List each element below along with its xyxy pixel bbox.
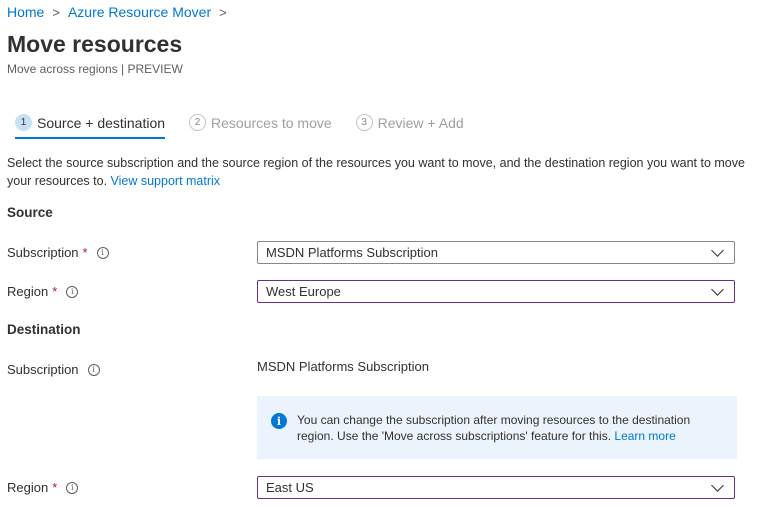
step-label: Review + Add	[377, 114, 464, 131]
required-marker: *	[52, 284, 58, 299]
destination-heading: Destination	[7, 322, 81, 337]
chevron-down-icon	[711, 243, 724, 257]
source-region-label: Region * i	[7, 284, 79, 299]
wizard-steps: 1 Source + destination 2 Resources to mo…	[15, 114, 488, 139]
required-marker: *	[82, 245, 88, 260]
learn-more-link[interactable]: Learn more	[614, 429, 675, 443]
breadcrumb: Home > Azure Resource Mover >	[7, 4, 235, 20]
dropdown-value: MSDN Platforms Subscription	[266, 245, 438, 260]
view-support-matrix-link[interactable]: View support matrix	[111, 174, 221, 188]
required-marker: *	[52, 480, 58, 495]
step-number-icon: 2	[189, 114, 207, 131]
breadcrumb-home-link[interactable]: Home	[7, 4, 44, 20]
destination-region-label: Region * i	[7, 480, 79, 495]
destination-subscription-value: MSDN Platforms Subscription	[257, 359, 429, 374]
chevron-right-icon: >	[219, 4, 227, 20]
chevron-down-icon	[711, 282, 724, 296]
info-icon[interactable]: i	[66, 481, 79, 494]
destination-region-dropdown[interactable]: East US	[257, 476, 735, 499]
info-icon[interactable]: i	[87, 363, 100, 376]
info-icon[interactable]: i	[66, 285, 79, 298]
step-resources-to-move[interactable]: 2 Resources to move	[189, 114, 332, 137]
step-number-icon: 1	[15, 114, 32, 131]
step-label: Resources to move	[211, 114, 332, 131]
field-label-text: Region	[7, 480, 49, 495]
info-message-text: You can change the subscription after mo…	[297, 412, 723, 443]
source-region-dropdown[interactable]: West Europe	[257, 280, 735, 303]
destination-subscription-label: Subscription i	[7, 362, 100, 377]
page-title: Move resources	[7, 31, 183, 57]
field-label-text: Subscription	[7, 245, 79, 260]
dropdown-value: East US	[266, 480, 314, 495]
source-subscription-dropdown[interactable]: MSDN Platforms Subscription	[257, 241, 735, 264]
breadcrumb-resource-mover-link[interactable]: Azure Resource Mover	[68, 4, 211, 20]
source-subscription-label: Subscription * i	[7, 245, 109, 260]
info-message-bar: i You can change the subscription after …	[257, 396, 737, 459]
step-label: Source + destination	[37, 114, 166, 131]
source-heading: Source	[7, 205, 53, 220]
chevron-right-icon: >	[52, 4, 60, 20]
field-label-text: Subscription	[7, 362, 79, 377]
step-source-destination[interactable]: 1 Source + destination	[15, 114, 166, 139]
chevron-down-icon	[711, 478, 724, 492]
intro-text: Select the source subscription and the s…	[7, 154, 747, 190]
step-review-add[interactable]: 3 Review + Add	[355, 114, 464, 137]
step-number-icon: 3	[355, 114, 373, 131]
field-label-text: Region	[7, 284, 49, 299]
page-subtitle: Move across regions | PREVIEW	[7, 62, 183, 76]
dropdown-value: West Europe	[266, 284, 341, 299]
info-icon[interactable]: i	[96, 246, 109, 259]
info-circle-icon: i	[271, 413, 287, 429]
